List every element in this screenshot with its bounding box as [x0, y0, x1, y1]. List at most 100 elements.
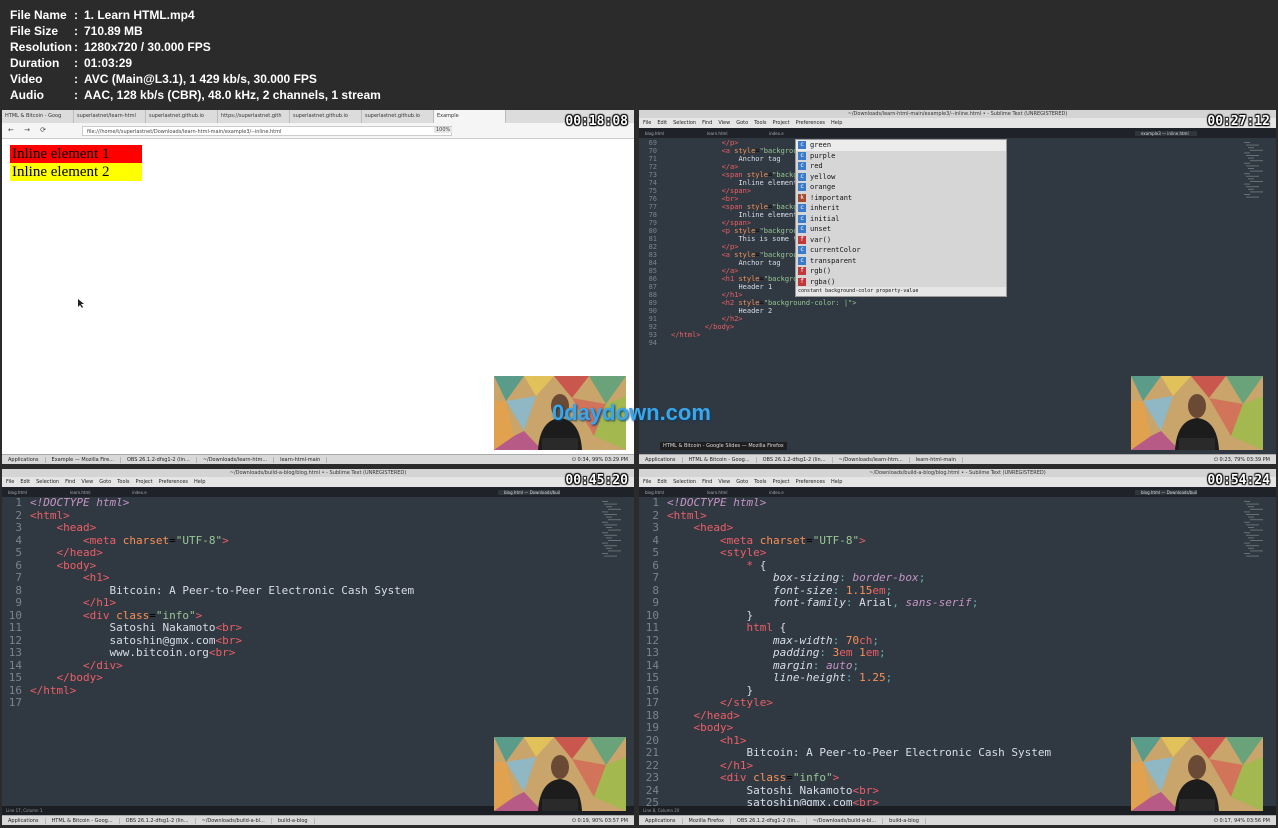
menu-item[interactable]: Preferences	[796, 479, 825, 485]
menu-item[interactable]: View	[718, 479, 730, 485]
taskbar-item[interactable]: ~/Downloads/build-a-bl...	[196, 817, 272, 824]
browser-tab[interactable]: HTML & Bitcoin - Goog	[2, 110, 74, 123]
taskbar-item[interactable]: build-a-blog	[272, 817, 315, 824]
menu-item[interactable]: Find	[702, 120, 712, 126]
menu-item[interactable]: Selection	[36, 479, 59, 485]
menu-item[interactable]: Selection	[673, 120, 696, 126]
menu-item[interactable]: Goto	[736, 120, 748, 126]
autocomplete-item[interactable]: c inherit	[796, 203, 1006, 214]
menu-item[interactable]: File	[6, 479, 14, 485]
editor-tab[interactable]: blog.html	[2, 490, 64, 495]
menu-item[interactable]: Preferences	[159, 479, 188, 485]
editor-tab-bar: blog.html learn.html index.e example3 — inl…	[639, 128, 1276, 138]
editor-tab[interactable]: blog.html — Downloads/build-a-blog	[498, 489, 560, 495]
autocomplete-item[interactable]: f rgba()	[796, 277, 1006, 288]
autocomplete-item[interactable]: k !important	[796, 193, 1006, 204]
window-title: ~/Downloads/learn-html-main/example3/--i…	[639, 110, 1276, 118]
menu-item[interactable]: Help	[831, 120, 842, 126]
editor-tab[interactable]: learn.html	[64, 490, 126, 495]
taskbar-item[interactable]: OBS 26.1.2-dfsg1-2 (lin...	[120, 817, 196, 824]
autocomplete-item[interactable]: c red	[796, 161, 1006, 172]
autocomplete-item[interactable]: c yellow	[796, 172, 1006, 183]
editor-tab[interactable]: learn.html	[701, 490, 763, 495]
editor-tab[interactable]: learn.html	[701, 131, 763, 136]
nav-buttons-icon[interactable]: ← → ⟳	[8, 126, 50, 134]
taskbar-item[interactable]: Applications	[2, 456, 46, 463]
taskbar-item[interactable]: HTML & Bitcoin - Goog...	[683, 456, 757, 463]
menu-item[interactable]: Project	[773, 479, 790, 485]
taskbar-item[interactable]: learn-html-main	[274, 456, 328, 463]
taskbar-item[interactable]: OBS 26.1.2-dfsg1-2 (lin...	[757, 456, 833, 463]
menu-item[interactable]: Help	[194, 479, 205, 485]
taskbar-item[interactable]: Applications	[639, 456, 683, 463]
editor-tab[interactable]: example3 — inline.html	[1135, 130, 1197, 136]
taskbar-item[interactable]: Applications	[2, 817, 46, 824]
menu-item[interactable]: Edit	[657, 120, 667, 126]
taskbar-item[interactable]: ~/Downloads/learn-htm...	[833, 456, 910, 463]
minimap[interactable]	[602, 501, 628, 561]
editor-tab[interactable]: blog.html — Downloads/build-a-blog	[1135, 489, 1197, 495]
editor-tab[interactable]: index.e	[763, 490, 825, 495]
code-text: <div class="info">	[82, 608, 203, 622]
menu-item[interactable]: Find	[65, 479, 75, 485]
taskbar-item[interactable]: ~/Downloads/learn-htm...	[197, 456, 275, 463]
browser-tab[interactable]: https://superlastnet.gith	[218, 110, 290, 123]
menu-item[interactable]: View	[81, 479, 93, 485]
taskbar-item[interactable]: OBS 26.1.2-dfsg1-2 (lin...	[121, 456, 197, 463]
menu-item[interactable]: Project	[136, 479, 153, 485]
menu-item[interactable]: File	[643, 479, 651, 485]
url-bar[interactable]: file:///home/t/superlastnet/Downloads/le…	[82, 126, 452, 136]
minimap[interactable]	[1244, 501, 1270, 561]
menu-item[interactable]: Selection	[673, 479, 696, 485]
autocomplete-item[interactable]: f var()	[796, 235, 1006, 246]
menu-item[interactable]: Preferences	[796, 120, 825, 126]
browser-tab[interactable]: superlastnet.github.io	[146, 110, 218, 123]
autocomplete-item[interactable]: c initial	[796, 214, 1006, 225]
editor-tab[interactable]: index.e	[763, 131, 825, 136]
menu-item[interactable]: Project	[773, 120, 790, 126]
menu-item[interactable]: Edit	[657, 479, 667, 485]
menu-item[interactable]: Tools	[754, 120, 766, 126]
editor-tab[interactable]: blog.html	[639, 490, 701, 495]
menu-item[interactable]: File	[643, 120, 651, 126]
minimap[interactable]	[1244, 142, 1270, 202]
taskbar-item[interactable]: OBS 26.1.2-dfsg1-2 (lin...	[731, 817, 807, 824]
autocomplete-item[interactable]: c purple	[796, 151, 1006, 162]
taskbar-item[interactable]: learn-html-main	[910, 456, 963, 463]
autocomplete-item[interactable]: c green	[796, 140, 1006, 151]
line-number: 80	[648, 227, 657, 235]
taskbar-item[interactable]: ~/Downloads/build-a-bl...	[807, 817, 884, 824]
taskbar-item[interactable]: Applications	[639, 817, 683, 824]
autocomplete-item[interactable]: c orange	[796, 182, 1006, 193]
menu-item[interactable]: View	[718, 120, 730, 126]
menu-item[interactable]: Tools	[117, 479, 129, 485]
browser-tab[interactable]: Example	[434, 110, 506, 123]
autocomplete-item[interactable]: c currentColor	[796, 245, 1006, 256]
editor-tab[interactable]: index.e	[126, 490, 188, 495]
autocomplete-item[interactable]: f rgb()	[796, 266, 1006, 277]
browser-tab[interactable]: superlastnet/learn-html	[74, 110, 146, 123]
thumb-sublime-blog-style: 00:54:24 ~/Downloads/build-a-blog/blog.h…	[639, 469, 1276, 825]
line-number: 76	[648, 195, 657, 203]
code-text: </a>	[721, 163, 739, 171]
code-line: 90 Header 2	[639, 307, 1276, 315]
browser-tab[interactable]: superlastnet.github.io	[290, 110, 362, 123]
taskbar-item[interactable]: build-a-blog	[883, 817, 926, 824]
autocomplete-item[interactable]: c transparent	[796, 256, 1006, 267]
taskbar-item[interactable]: Example — Mozilla Fire...	[46, 456, 121, 463]
file-info: File Name:1. Learn HTML.mp4 File Size:710…	[10, 7, 381, 103]
menu-item[interactable]: Edit	[20, 479, 30, 485]
menu-item[interactable]: Goto	[99, 479, 111, 485]
info-row: Audio: AAC, 128 kb/s (CBR), 48.0 kHz, 2 c…	[10, 87, 381, 103]
menu-item[interactable]: Goto	[736, 479, 748, 485]
taskbar-item[interactable]: HTML & Bitcoin - Goog...	[46, 817, 120, 824]
menu-item[interactable]: Find	[702, 479, 712, 485]
zoom-level[interactable]: 100%	[434, 127, 453, 133]
autocomplete-item[interactable]: c unset	[796, 224, 1006, 235]
code-line: 17	[2, 696, 634, 710]
browser-tab[interactable]: superlastnet.github.io	[362, 110, 434, 123]
menu-item[interactable]: Tools	[754, 479, 766, 485]
menu-item[interactable]: Help	[831, 479, 842, 485]
editor-tab[interactable]: blog.html	[639, 131, 701, 136]
taskbar-item[interactable]: Mozilla Firefox	[683, 817, 731, 824]
